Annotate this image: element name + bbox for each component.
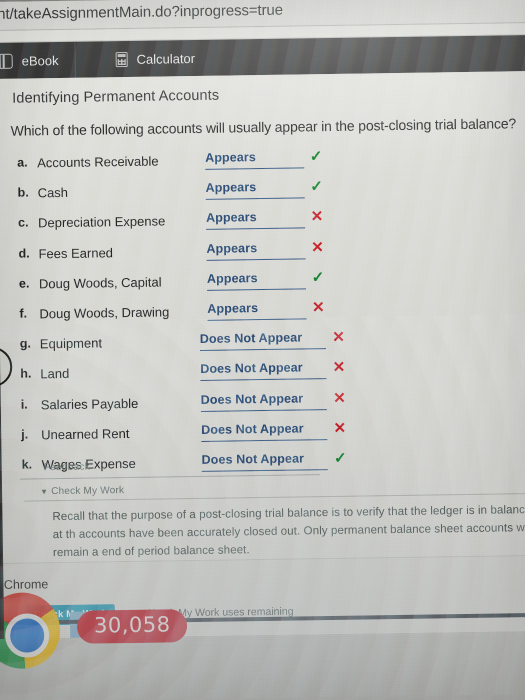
book-icon xyxy=(0,53,13,69)
account-name: Doug Woods, Capital xyxy=(38,274,162,292)
answer-dropdown[interactable]: Does Not Appear xyxy=(201,450,329,472)
row-letter: b. xyxy=(17,185,29,200)
answer-cell: Does Not Appear ✕ xyxy=(200,359,346,382)
answer-cell: Appears ✓ xyxy=(205,148,323,170)
account-name: Depreciation Expense xyxy=(37,213,166,231)
account-name: Doug Woods, Drawing xyxy=(39,304,170,322)
answer-cell: Does Not Appear ✕ xyxy=(199,328,345,352)
calculator-button[interactable]: Calculator xyxy=(97,40,211,78)
chevron-left-icon: ‹ xyxy=(0,357,1,376)
cross-icon: ✕ xyxy=(332,328,345,347)
row-letter: j. xyxy=(21,427,29,442)
address-bar-url: ent/takeAssignmentMain.do?inprogress=tru… xyxy=(0,1,284,24)
answer-cell: Appears ✕ xyxy=(207,299,325,321)
checkmark-icon: ✓ xyxy=(333,449,347,467)
checkmark-icon: ✓ xyxy=(309,148,323,166)
answer-cell: Appears ✕ xyxy=(205,208,324,231)
row-letter: g. xyxy=(19,336,32,351)
notification-badge: 30,058 xyxy=(76,609,188,644)
screen-surface: — g — g — t ent/takeAssignmentMain.do?in… xyxy=(0,0,525,700)
answer-dropdown[interactable]: Appears xyxy=(205,179,305,201)
cross-icon: ✕ xyxy=(333,419,347,437)
answer-dropdown[interactable]: Does Not Appear xyxy=(201,420,328,442)
account-name: Unearned Rent xyxy=(41,425,130,443)
page-title: Identifying Permanent Accounts xyxy=(12,87,220,107)
answer-dropdown[interactable]: Does Not Appear xyxy=(200,360,327,382)
check-my-work-section-header[interactable]: ▼ Check My Work xyxy=(40,485,124,497)
answer-dropdown[interactable]: Appears xyxy=(206,239,306,261)
calculator-icon xyxy=(115,51,128,67)
account-name: Accounts Receivable xyxy=(37,153,159,171)
answer-dropdown[interactable]: Appears xyxy=(207,300,307,321)
answer-cell: Does Not Appear ✕ xyxy=(200,389,346,412)
feedback-body: Recall that the purpose of a post-closin… xyxy=(52,504,525,560)
checkmark-icon: ✓ xyxy=(310,178,323,196)
row-letter: k. xyxy=(21,457,33,472)
account-name: Land xyxy=(40,366,70,382)
row-letter: a. xyxy=(17,155,28,170)
photo-of-screen: — g — g — t ent/takeAssignmentMain.do?in… xyxy=(0,0,525,700)
cross-icon: ✕ xyxy=(332,359,346,377)
answer-dropdown[interactable]: Appears xyxy=(206,270,306,291)
row-letter: i. xyxy=(20,397,28,412)
answer-dropdown[interactable]: Does Not Appear xyxy=(200,390,328,412)
account-list: a. Accounts Receivable Appears ✓ b. Cash Appea… xyxy=(0,145,525,485)
row-letter: h. xyxy=(20,366,32,381)
row-letter: e. xyxy=(18,276,30,291)
cross-icon: ✕ xyxy=(311,299,325,317)
row-letter: d. xyxy=(18,246,30,261)
toolbar-divider xyxy=(74,41,76,78)
answer-cell: Appears ✓ xyxy=(205,178,323,201)
assignment-footer: e Chrome Check My Work 3 more Check My W… xyxy=(0,554,525,670)
account-name: Equipment xyxy=(39,335,103,352)
answer-cell: Does Not Appear ✕ xyxy=(201,419,347,442)
calculator-label: Calculator xyxy=(136,50,196,67)
row-letter: f. xyxy=(19,306,28,321)
answer-cell: Appears ✕ xyxy=(206,239,324,261)
chrome-app-label: e Chrome xyxy=(0,577,49,592)
checkmark-icon: ✓ xyxy=(311,268,325,287)
chevron-down-icon: ▼ xyxy=(39,487,49,497)
cross-icon: ✕ xyxy=(311,238,324,256)
account-name: Salaries Payable xyxy=(40,395,139,412)
account-name: Cash xyxy=(37,185,69,201)
row-letter: c. xyxy=(17,215,29,231)
cross-icon: ✕ xyxy=(333,389,346,407)
account-name: Fees Earned xyxy=(38,244,114,261)
ebook-label: eBook xyxy=(21,52,59,69)
answer-dropdown[interactable]: Appears xyxy=(205,149,305,170)
answer-dropdown[interactable]: Appears xyxy=(205,209,305,231)
answer-cell: Appears ✓ xyxy=(206,268,325,291)
cross-icon: ✕ xyxy=(310,208,324,226)
ebook-button[interactable]: eBook xyxy=(0,42,75,79)
question-prompt: Which of the following accounts will usu… xyxy=(10,115,517,139)
feedback-label: Feedback xyxy=(43,461,91,474)
answer-cell: Does Not Appear ✓ xyxy=(201,449,347,472)
chrome-logo-icon[interactable] xyxy=(0,592,61,670)
answer-dropdown[interactable]: Does Not Appear xyxy=(199,330,327,352)
check-my-work-section-label: Check My Work xyxy=(51,485,125,498)
assignment-page: Identifying Permanent Accounts Which of … xyxy=(0,70,525,670)
